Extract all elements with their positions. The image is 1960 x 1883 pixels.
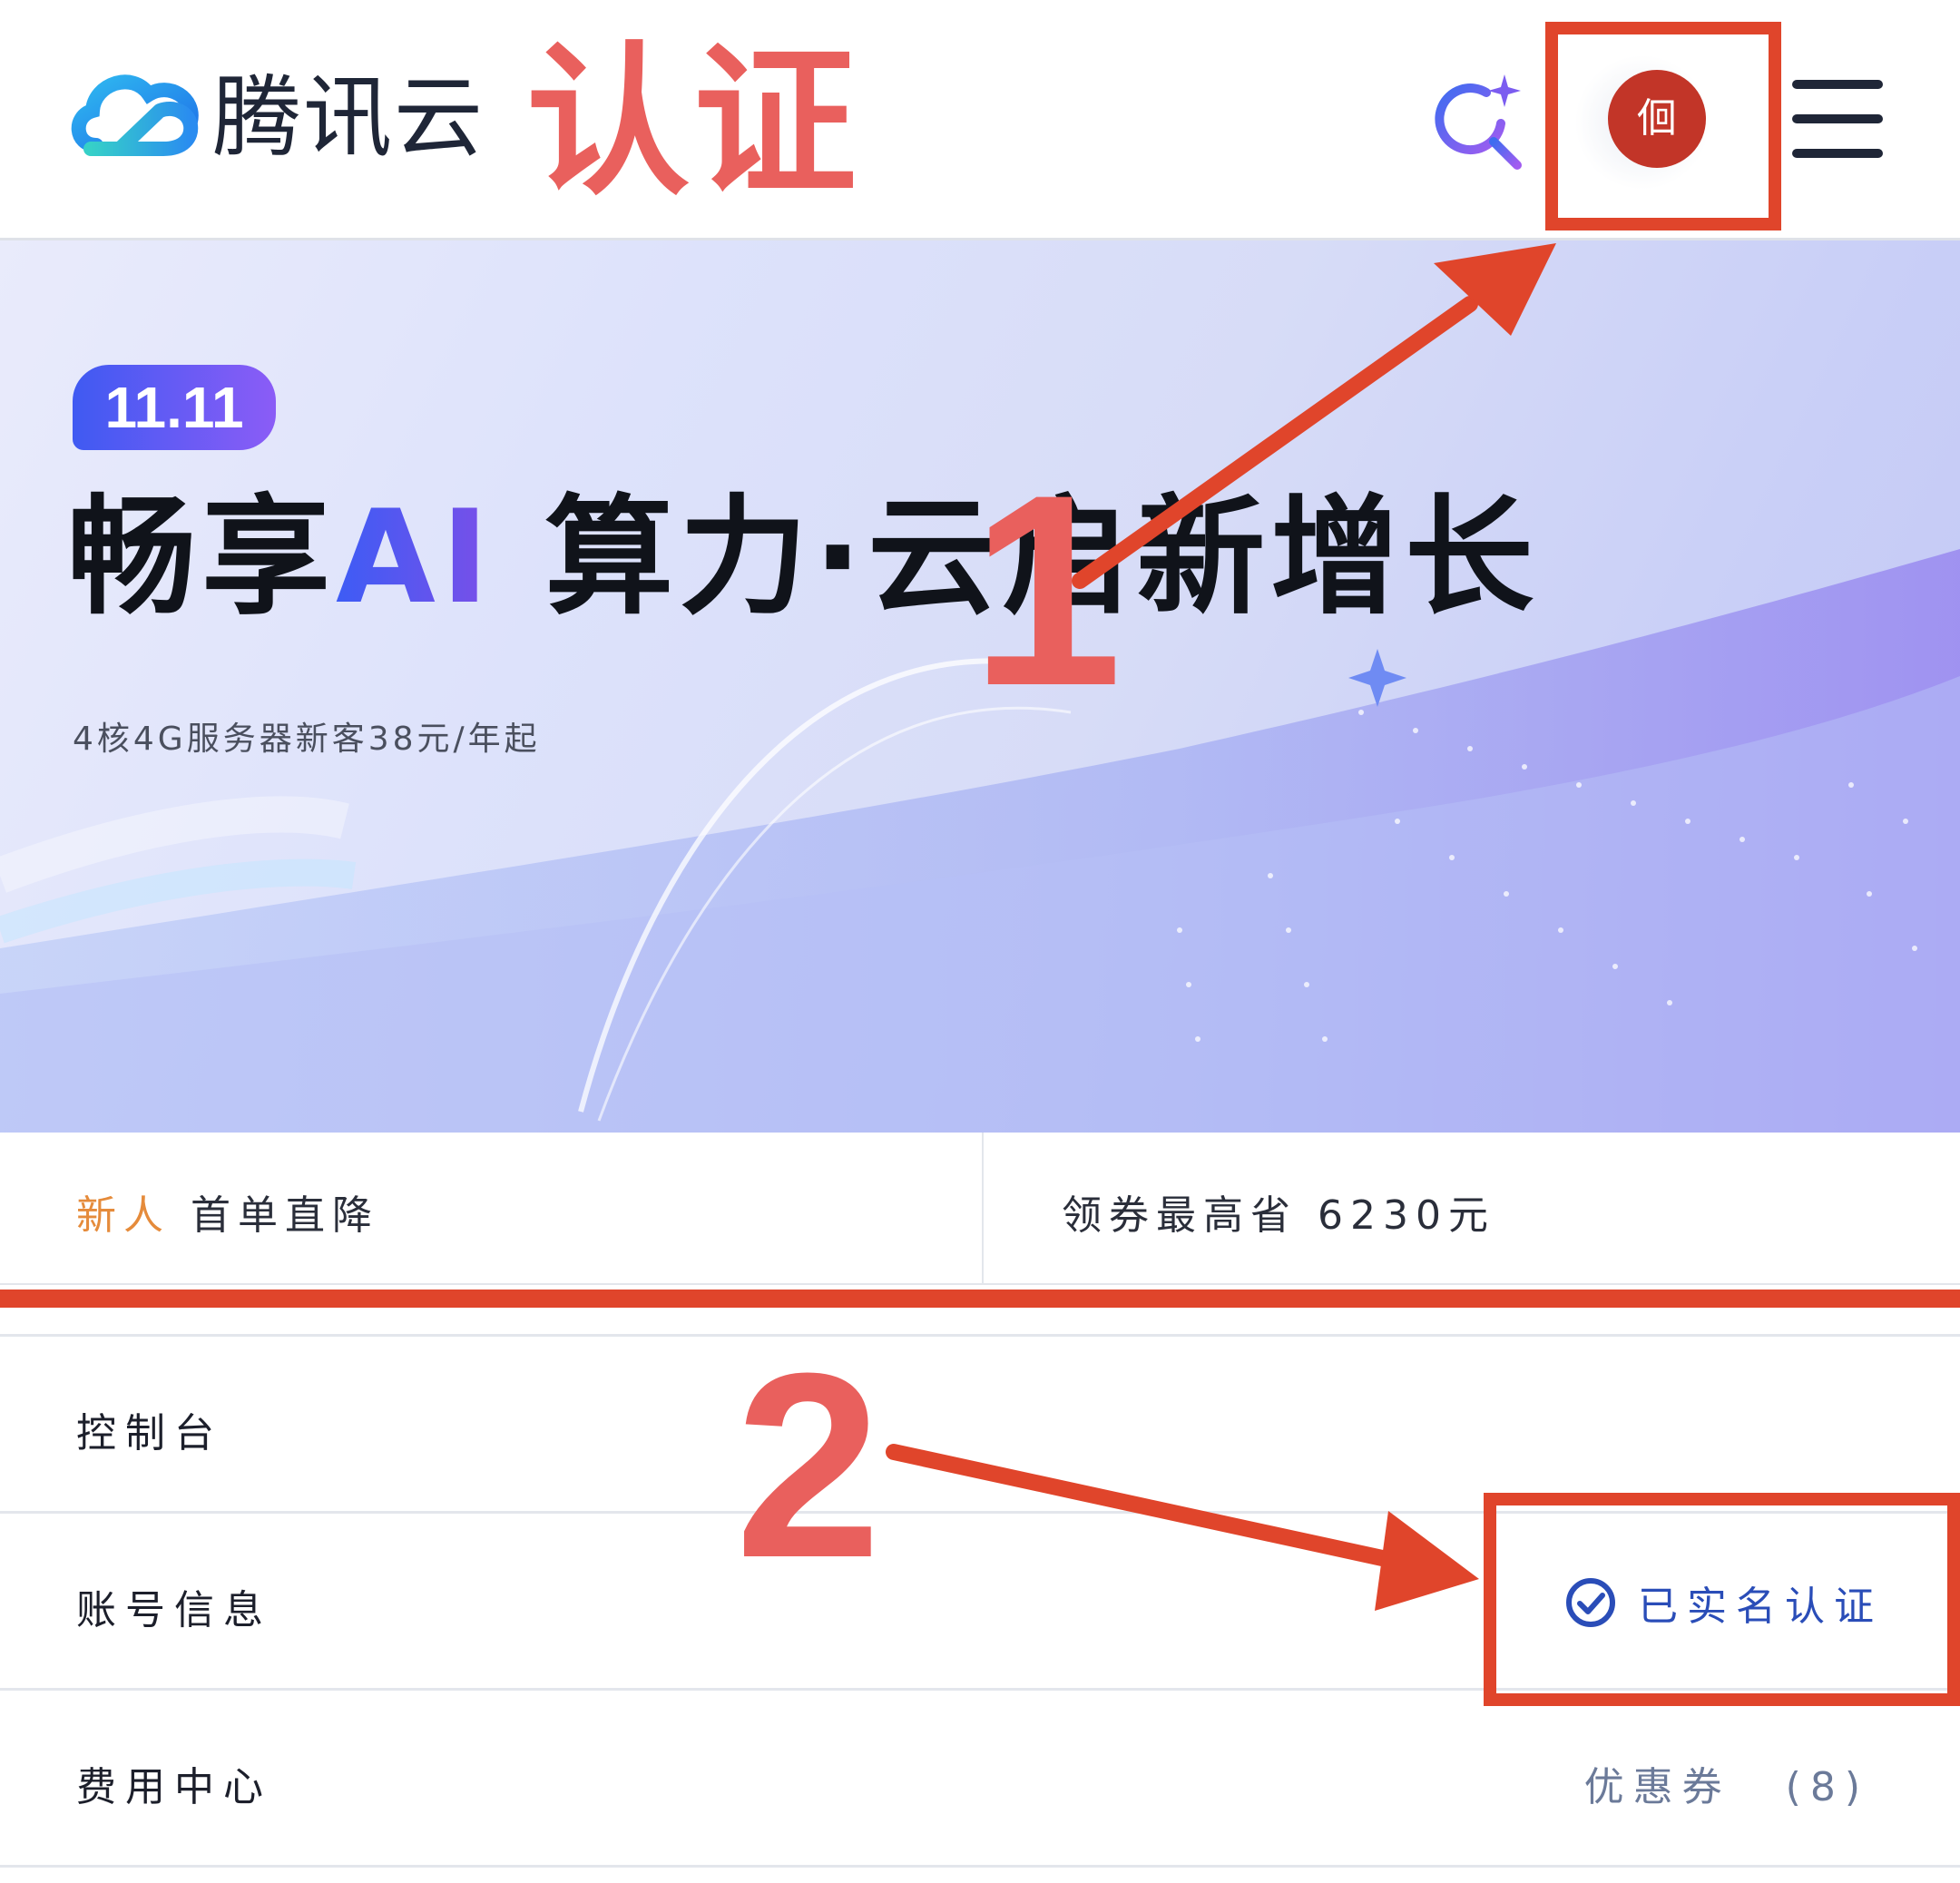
brand-name: 腾讯云	[212, 66, 485, 170]
tencent-cloud-logo-icon[interactable]	[69, 65, 201, 165]
menu-item-label: 控制台	[76, 1410, 223, 1456]
coupon-label: 优惠券	[1583, 1764, 1731, 1810]
banner-headline: 畅享AI 算力·云启新增长	[67, 483, 1540, 633]
overlay-title-stamp: 认证	[526, 28, 861, 218]
promo-row: 新人 首单直降 领券最高省 6230元	[0, 1133, 1960, 1285]
hamburger-menu-icon[interactable]	[1792, 80, 1883, 158]
sale-badge: 11.11	[73, 365, 276, 450]
menu-item-label: 账号信息	[76, 1587, 272, 1633]
menu-item-console[interactable]: 控制台	[0, 1334, 1960, 1511]
banner-subline: 4核4G服务器新客38元/年起	[73, 721, 541, 758]
annotation-box-verified	[1484, 1493, 1960, 1706]
annotation-separator-line	[0, 1290, 1960, 1308]
annotation-step-2: 2	[735, 1319, 882, 1613]
menu-item-billing-center[interactable]: 费用中心 优惠券 (8)	[0, 1688, 1960, 1868]
coupon-link[interactable]: 优惠券 (8)	[1584, 1754, 1869, 1812]
first-order-discount-text: 首单直降	[191, 1192, 379, 1239]
coupon-count: (8)	[1785, 1764, 1869, 1810]
promo-divider	[982, 1133, 984, 1283]
menu-item-label: 费用中心	[76, 1764, 272, 1810]
ai-search-icon[interactable]	[1425, 69, 1530, 174]
annotation-box-avatar	[1545, 22, 1781, 230]
annotation-step-1: 1	[971, 437, 1122, 742]
coupon-promo-link[interactable]: 领券最高省 6230元	[1062, 1182, 1495, 1241]
new-user-promo-link[interactable]: 新人 首单直降	[76, 1182, 379, 1241]
new-user-tag: 新人	[76, 1192, 171, 1239]
